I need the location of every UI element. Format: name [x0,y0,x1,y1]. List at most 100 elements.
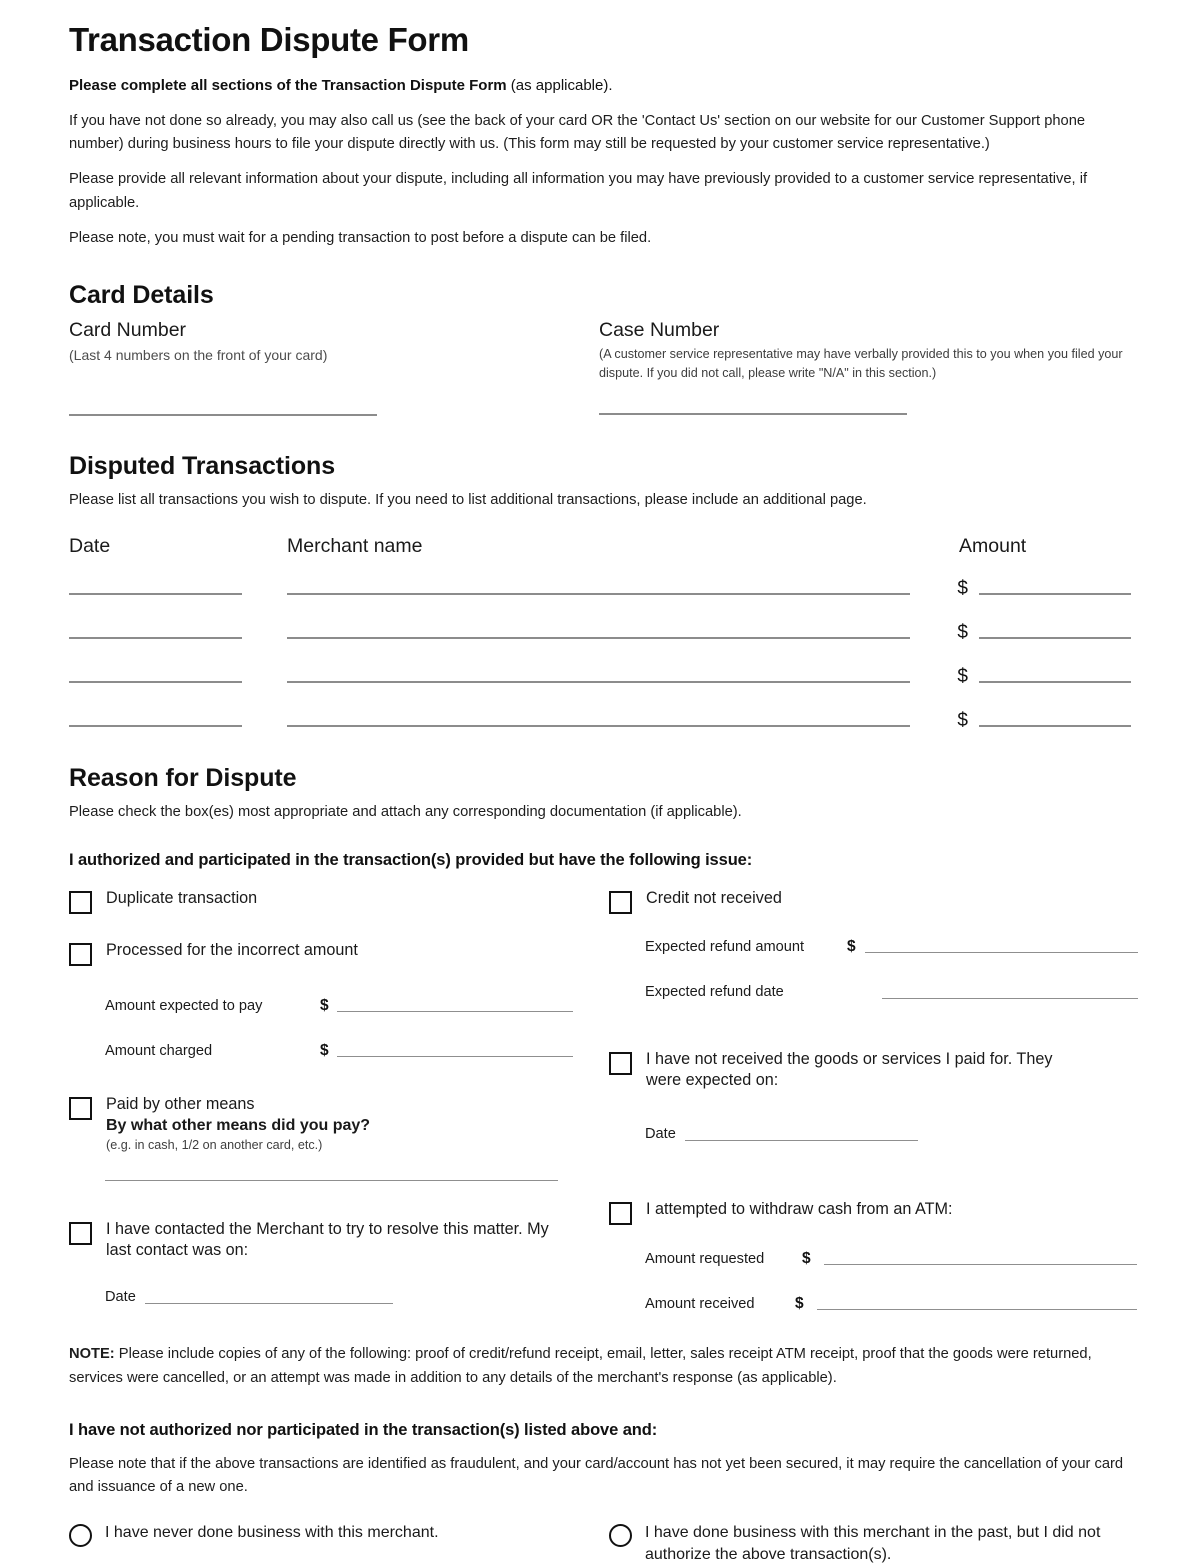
card-number-input[interactable] [69,414,377,417]
currency-symbol: $ [957,578,968,600]
transaction-date-input[interactable] [69,637,242,640]
radio-option-done-business-past[interactable]: I have done business with this merchant … [609,1522,1131,1566]
case-number-input[interactable] [599,412,907,415]
page-title: Transaction Dispute Form [69,21,469,58]
paid-other-means-question: By what other means did you pay? [106,1117,371,1135]
not-authorized-heading: I have not authorized nor participated i… [69,1420,658,1439]
transaction-merchant-input[interactable] [286,593,911,596]
contacted-merchant-date-input[interactable] [145,1302,393,1304]
expected-refund-amount-input[interactable] [865,952,1138,954]
not-authorized-section: I have not authorized nor participated i… [69,1421,1131,1566]
transaction-date-input[interactable] [69,725,242,728]
checkbox-paid-by-other-means[interactable]: Paid by other means By what other means … [69,1094,370,1154]
amount-requested-input[interactable] [824,1264,1137,1266]
checkbox-incorrect-amount[interactable]: Processed for the incorrect amount [69,940,358,966]
amount-received-input[interactable] [817,1309,1137,1311]
document-page: Transaction Dispute Form Please complete… [0,0,1200,1563]
case-number-hint: (A customer service representative may h… [599,346,1123,380]
disputed-transactions-heading: Disputed Transactions [69,452,336,481]
field-label: Date [645,1125,676,1142]
checkbox-credit-not-received[interactable]: Credit not received [609,888,782,914]
checkbox-icon[interactable] [609,1201,632,1225]
transaction-amount-input[interactable] [979,725,1132,728]
column-header-date: Date [69,535,111,558]
note-prefix: NOTE: [69,1345,115,1362]
transaction-amount-input[interactable] [979,593,1132,596]
checkbox-label: Processed for the incorrect amount [106,940,358,959]
checkbox-icon[interactable] [609,1051,632,1075]
expected-refund-date-input[interactable] [882,997,1138,999]
currency-symbol: $ [957,622,968,644]
note-body: Please include copies of any of the foll… [69,1345,1092,1386]
table-row: $ [69,646,1132,690]
field-label: Amount charged [105,1042,213,1059]
checkbox-icon[interactable] [69,942,92,966]
field-label: Expected refund amount [645,938,805,955]
not-authorized-note: Please note that if the above transactio… [69,1455,1124,1496]
reason-right-column: Credit not received Expected refund amou… [609,888,1138,1311]
currency-symbol: $ [847,937,856,955]
transaction-date-input[interactable] [69,681,242,684]
intro-paragraph-1: If you have not done so already, you may… [69,112,1086,153]
not-authorized-options: I have never done business with this mer… [69,1522,1131,1566]
checkbox-icon[interactable] [609,890,632,914]
intro-lead-bold: Please complete all sections of the Tran… [69,77,507,95]
card-details-heading: Card Details [69,280,214,309]
table-row: $ [69,690,1132,734]
field-label: Expected refund date [645,983,784,1000]
transaction-amount-input[interactable] [979,637,1132,640]
checkbox-icon[interactable] [69,1096,92,1120]
transaction-date-input[interactable] [69,593,242,596]
reason-for-dispute-section: Reason for Dispute Please check the box(… [69,764,1138,1391]
checkbox-goods-not-received[interactable]: I have not received the goods or service… [609,1049,1109,1092]
paid-other-means-hint: (e.g. in cash, 1/2 on another card, etc.… [106,1138,323,1153]
card-details-section: Card Details Card Number (Last 4 numbers… [69,281,1131,417]
checkbox-label: I have contacted the Merchant to try to … [106,1219,549,1260]
note-paragraph: NOTE: Please include copies of any of th… [69,1343,1131,1391]
checkbox-label: Credit not received [646,888,782,907]
paid-other-means-input[interactable] [105,1179,558,1181]
intro-paragraph-3: Please note, you must wait for a pending… [69,229,652,246]
card-number-label: Card Number [69,318,187,341]
checkbox-label-group: Paid by other means By what other means … [106,1094,370,1154]
currency-symbol: $ [320,1041,329,1059]
field-expected-refund-date: Expected refund date [645,985,1145,1003]
column-header-merchant: Merchant name [287,535,423,558]
note-block: NOTE: Please include copies of any of th… [69,1343,1131,1391]
case-number-label: Case Number [599,318,720,341]
transaction-merchant-input[interactable] [286,637,911,640]
field-expected-refund-amount: Expected refund amount $ [645,939,1145,958]
transaction-merchant-input[interactable] [286,725,911,728]
checkbox-contacted-merchant[interactable]: I have contacted the Merchant to try to … [69,1219,569,1262]
radio-label: I have never done business with this mer… [105,1524,439,1542]
checkbox-label: Paid by other means [106,1094,255,1113]
radio-option-never-done-business[interactable]: I have never done business with this mer… [69,1522,609,1566]
authorized-subheading: I authorized and participated in the tra… [69,850,753,869]
transaction-amount-input[interactable] [979,681,1132,684]
currency-symbol: $ [802,1249,811,1267]
amount-charged-input[interactable] [337,1056,573,1058]
currency-symbol: $ [795,1294,804,1312]
currency-symbol: $ [957,666,968,688]
field-label: Amount expected to pay [105,997,263,1014]
checkbox-duplicate-transaction[interactable]: Duplicate transaction [69,888,257,914]
checkbox-label: I attempted to withdraw cash from an ATM… [646,1199,953,1218]
radio-icon[interactable] [69,1524,92,1548]
checkbox-icon[interactable] [69,890,92,914]
currency-symbol: $ [320,996,329,1014]
checkbox-atm-withdrawal[interactable]: I attempted to withdraw cash from an ATM… [609,1199,953,1225]
transaction-merchant-input[interactable] [286,681,911,684]
field-label: Date [105,1288,136,1305]
checkbox-icon[interactable] [69,1221,92,1245]
currency-symbol: $ [957,710,968,732]
radio-label: I have done business with this merchant … [645,1524,1101,1564]
radio-icon[interactable] [609,1524,632,1548]
checkbox-label: Duplicate transaction [106,888,258,907]
goods-expected-date-input[interactable] [685,1139,918,1141]
intro-paragraph-2: Please provide all relevant information … [69,171,1088,211]
reason-for-dispute-heading: Reason for Dispute [69,764,297,793]
table-row: $ [69,558,1132,602]
amount-expected-input[interactable] [337,1011,573,1013]
card-number-hint: (Last 4 numbers on the front of your car… [69,346,328,363]
reason-instruction: Please check the box(es) most appropriat… [69,804,742,821]
